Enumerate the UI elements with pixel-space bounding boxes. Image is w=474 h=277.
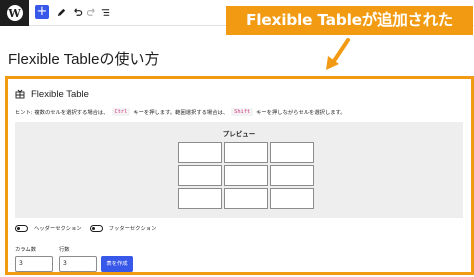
redo-icon[interactable] xyxy=(85,5,98,19)
preview-cell[interactable] xyxy=(270,142,314,163)
column-count-input[interactable]: 3 xyxy=(15,256,53,272)
hint-prefix: ヒント: 複数のセルを選択する場合は、 xyxy=(15,110,109,116)
header-section-label: ヘッダーセクション xyxy=(34,226,82,232)
preview-cell[interactable] xyxy=(224,165,268,186)
preview-cell[interactable] xyxy=(270,165,314,186)
preview-cell[interactable] xyxy=(224,188,268,209)
hint-text: ヒント: 複数のセルを選択する場合は、 Ctrl キーを押します。範囲選択する場… xyxy=(15,108,346,116)
add-block-button[interactable]: + xyxy=(35,5,49,19)
wordpress-logo[interactable]: W xyxy=(0,0,29,26)
ctrl-key-label: Ctrl xyxy=(111,108,131,116)
preview-cell[interactable] xyxy=(178,188,222,209)
preview-cell[interactable] xyxy=(224,142,268,163)
footer-section-toggle-row: フッターセクション xyxy=(89,224,157,232)
post-title[interactable]: Flexible Tableの使い方 xyxy=(8,48,159,69)
header-section-toggle[interactable] xyxy=(15,224,28,232)
undo-icon[interactable] xyxy=(71,5,84,19)
callout-arrow-icon xyxy=(326,38,350,70)
preview-cell[interactable] xyxy=(178,142,222,163)
block-title: Flexible Table xyxy=(31,88,89,100)
preview-title: プレビュー xyxy=(222,130,256,138)
flexible-table-block[interactable]: Flexible Table ヒント: 複数のセルを選択する場合は、 Ctrl … xyxy=(5,76,474,275)
preview-grid xyxy=(178,142,314,209)
block-header: Flexible Table xyxy=(15,87,89,101)
preview-cell[interactable] xyxy=(270,188,314,209)
hint-middle: キーを押します。範囲選択する場合は、 xyxy=(133,110,229,116)
create-table-button[interactable]: 表を作成 xyxy=(101,256,133,272)
shift-key-label: Shift xyxy=(231,108,254,116)
preview-cell[interactable] xyxy=(178,165,222,186)
row-count-label: 行数 xyxy=(59,247,70,253)
column-count-label: カラム数 xyxy=(15,247,37,253)
footer-section-label: フッターセクション xyxy=(108,226,157,232)
header-section-toggle-row: ヘッダーセクション xyxy=(15,224,82,232)
added-callout-banner: Flexible Tableが追加された xyxy=(226,6,473,35)
wordpress-icon: W xyxy=(6,5,23,21)
row-count-input[interactable]: 3 xyxy=(59,256,97,272)
pen-icon[interactable] xyxy=(55,5,68,19)
list-view-icon[interactable] xyxy=(99,5,112,19)
table-preview: プレビュー xyxy=(15,122,463,218)
section-toggles: ヘッダーセクション フッターセクション xyxy=(15,224,164,232)
footer-section-toggle[interactable] xyxy=(89,224,103,232)
hint-suffix: キーを押しながらセルを選択します。 xyxy=(256,110,346,116)
table-icon xyxy=(15,89,25,99)
